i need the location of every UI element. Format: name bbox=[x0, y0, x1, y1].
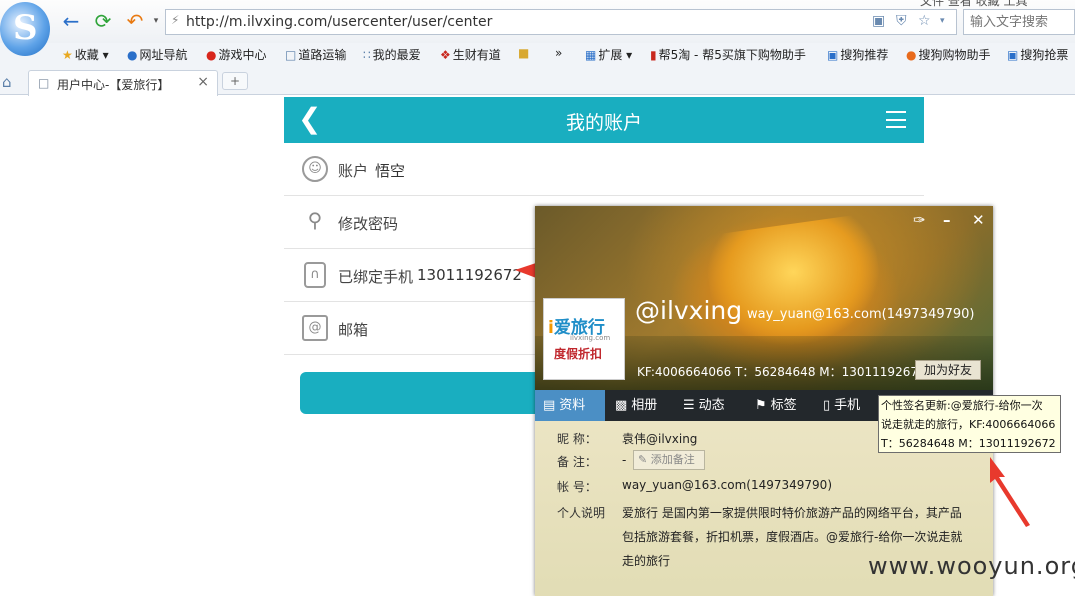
shield-icon[interactable]: ⛨ bbox=[896, 13, 907, 29]
note-value: - bbox=[622, 453, 627, 467]
tab-feed[interactable]: ☰ 动态 bbox=[675, 390, 741, 421]
tab-phone[interactable]: ▯ 手机 bbox=[815, 390, 877, 421]
add-note-button[interactable]: ✎ 添加备注 bbox=[633, 450, 705, 470]
page-header: ❮ 我的账户 bbox=[284, 97, 924, 143]
lock-icon: ∩ bbox=[304, 262, 326, 288]
user-icon: ☺ bbox=[302, 156, 328, 182]
bang5-icon: ▮ bbox=[650, 48, 657, 62]
tab-user-center[interactable]: □ 用户中心-【爱旅行】 × bbox=[28, 70, 218, 96]
bookmark-nav[interactable]: ● 网址导航 bbox=[127, 46, 188, 63]
key-icon: ⚲ bbox=[307, 208, 323, 232]
search-input[interactable] bbox=[964, 10, 1074, 34]
bookmark-extensions[interactable]: ▦ 扩展 ▾ bbox=[585, 46, 632, 63]
row-label: 账户 bbox=[338, 162, 369, 180]
watermark: www.wooyun.org bbox=[868, 552, 1075, 580]
money-icon: ❖ bbox=[440, 48, 451, 62]
bookmark-icon: ⚑ bbox=[755, 398, 767, 413]
mail-icon: @ bbox=[302, 315, 328, 341]
nickname: @ilvxing bbox=[635, 296, 743, 325]
avatar-slogan: 度假折扣 bbox=[554, 347, 603, 361]
url-text[interactable]: http://m.ilvxing.com/usercenter/user/cen… bbox=[186, 14, 492, 30]
folder-icon[interactable]: ■ bbox=[518, 46, 529, 60]
close-icon[interactable]: ✕ bbox=[972, 211, 985, 229]
browser-logo[interactable]: S bbox=[0, 2, 50, 56]
s-logo-icon: ● bbox=[127, 48, 138, 62]
tab-tags[interactable]: ⚑ 标签 bbox=[747, 390, 813, 421]
page-title: 我的账户 bbox=[565, 112, 642, 134]
close-icon[interactable]: × bbox=[197, 74, 209, 90]
page-icon[interactable]: ▣ bbox=[872, 13, 885, 29]
tab-profile[interactable]: ▤ 资料 bbox=[535, 390, 605, 421]
bookmark-favs[interactable]: ∷ 我的最爱 bbox=[363, 46, 421, 63]
bookmarks-bar: ★ 收藏 ▾ ● 网址导航 ● 游戏中心 □ 道路运输 ∷ 我的最爱 ❖ 生财有道 ■ » … bbox=[0, 43, 1075, 67]
top-menu[interactable]: 文件 查看 收藏 工具 bbox=[920, 0, 1027, 9]
home-icon[interactable]: ⌂ bbox=[2, 73, 12, 91]
cart-icon: ● bbox=[906, 48, 917, 62]
photo-icon: ▩ bbox=[615, 398, 628, 413]
bookmark-money[interactable]: ❖ 生财有道 bbox=[440, 46, 501, 63]
grid-icon: ∷ bbox=[363, 48, 371, 62]
contact-info: KF:4006664066 T：56284648 M：13011192672 bbox=[637, 365, 926, 379]
row-value: 悟空 bbox=[375, 162, 406, 180]
avatar[interactable]: i爱旅行 ilvxing.com 度假折扣 bbox=[543, 298, 625, 380]
browser-toolbar: 文件 查看 收藏 工具 ← ⟳ ↶ ▾ ⚡ http://m.ilvxing.c… bbox=[0, 0, 1075, 43]
bookmark-games[interactable]: ● 游戏中心 bbox=[206, 46, 267, 63]
back-arrow-icon[interactable]: ← bbox=[58, 8, 84, 34]
lightning-icon: ⚡ bbox=[171, 13, 180, 27]
star-icon: ★ bbox=[62, 48, 73, 62]
refresh-icon[interactable]: ⟳ bbox=[90, 8, 116, 34]
phone-value: 13011192672 bbox=[417, 266, 522, 284]
bookmark-sogou-recommend[interactable]: ▣ 搜狗推荐 bbox=[827, 46, 888, 63]
signature-tooltip: 个性签名更新:@爱旅行-给你一次 说走就走的旅行，KF:4006664066 T… bbox=[878, 395, 1061, 453]
list-icon: ☰ bbox=[683, 398, 695, 413]
dropdown-icon[interactable]: ▾ bbox=[940, 16, 945, 26]
bookmark-more[interactable]: » bbox=[555, 46, 562, 60]
note-label: 备 注： bbox=[557, 455, 597, 469]
page-icon: □ bbox=[285, 48, 297, 62]
add-friend-button[interactable]: 加为好友 bbox=[915, 360, 981, 380]
phone-icon: ▯ bbox=[823, 398, 831, 413]
bookmark-sogou-ticket[interactable]: ▣ 搜狗抢票 bbox=[1007, 46, 1068, 63]
leaf-image bbox=[702, 212, 888, 356]
sogou-icon: ▣ bbox=[827, 48, 839, 62]
extension-icon: ▦ bbox=[585, 48, 597, 62]
tab-album[interactable]: ▩ 相册 bbox=[607, 390, 673, 421]
row-account[interactable]: ☺ 账户 悟空 bbox=[284, 143, 924, 196]
row-label: 邮箱 bbox=[338, 321, 369, 339]
address-bar[interactable]: ⚡ http://m.ilvxing.com/usercenter/user/c… bbox=[165, 9, 957, 35]
intro-label: 个人说明 bbox=[557, 506, 606, 520]
note-icon: ✎ bbox=[638, 453, 651, 466]
tab-label: 用户中心-【爱旅行】 bbox=[57, 78, 170, 92]
red-arrow-up bbox=[990, 457, 1030, 527]
new-tab-button[interactable]: + bbox=[222, 72, 248, 90]
banner-image: ✑ – ✕ i爱旅行 ilvxing.com 度假折扣 @ilvxing way… bbox=[535, 206, 993, 390]
ticket-icon: ▣ bbox=[1007, 48, 1019, 62]
row-label: 修改密码 bbox=[338, 215, 399, 233]
tooltip-line: T：56284648 M：13011192672 bbox=[881, 437, 1056, 450]
hamburger-menu-icon[interactable] bbox=[886, 111, 906, 128]
minimize-icon[interactable]: – bbox=[943, 211, 951, 229]
row-label: 已绑定手机 bbox=[338, 268, 414, 286]
bookmark-sogou-shopping[interactable]: ● 搜狗购物助手 bbox=[906, 46, 991, 63]
avatar-url: ilvxing.com bbox=[570, 334, 611, 342]
game-icon: ● bbox=[206, 48, 217, 62]
tooltip-line: 个性签名更新:@爱旅行-给你一次 bbox=[881, 399, 1043, 412]
nick-label: 昵 称： bbox=[557, 432, 597, 446]
star-icon[interactable]: ☆ bbox=[918, 13, 931, 29]
bookmark-bang5[interactable]: ▮ 帮5淘 - 帮5买旗下购物助手 bbox=[650, 46, 806, 63]
account-email: way_yuan@163.com(1497349790) bbox=[747, 307, 975, 322]
account-label: 帐 号： bbox=[557, 480, 597, 494]
tab-strip: ⌂ □ 用户中心-【爱旅行】 × + bbox=[0, 67, 1075, 96]
bookmark-favorites[interactable]: ★ 收藏 ▾ bbox=[62, 46, 109, 63]
bookmark-road[interactable]: □ 道路运输 bbox=[285, 46, 346, 63]
search-box[interactable] bbox=[963, 9, 1075, 35]
nick-value: 袁伟@ilvxing bbox=[622, 432, 698, 446]
tooltip-line: 说走就走的旅行，KF:4006664066 bbox=[881, 418, 1056, 431]
id-card-icon: ▤ bbox=[543, 398, 556, 413]
document-icon: □ bbox=[38, 76, 50, 90]
skin-icon[interactable]: ✑ bbox=[913, 211, 926, 229]
account-value: way_yuan@163.com(1497349790) bbox=[622, 478, 832, 492]
